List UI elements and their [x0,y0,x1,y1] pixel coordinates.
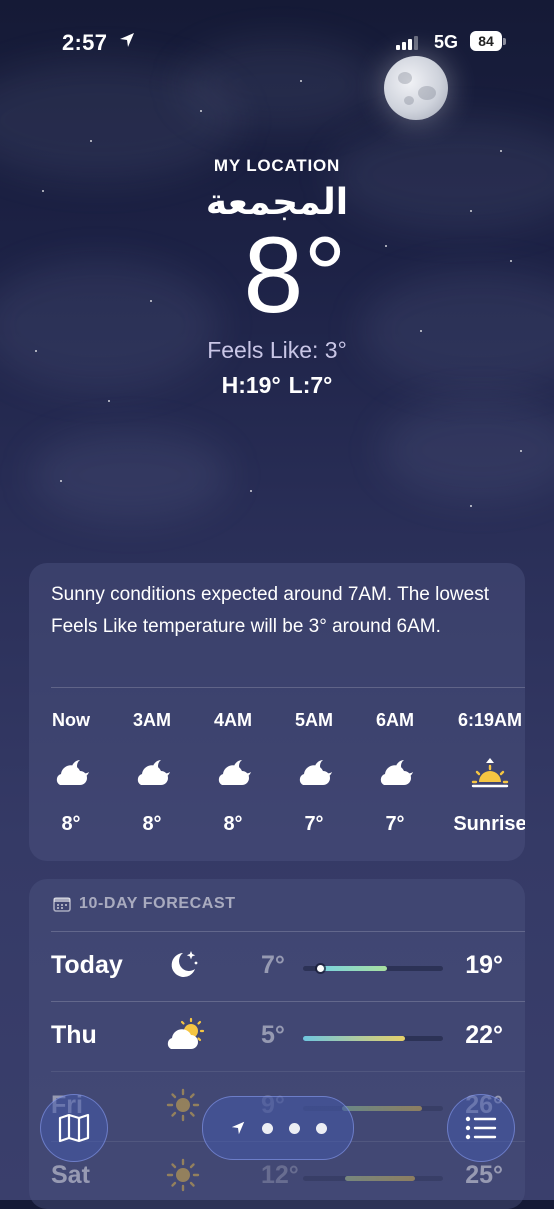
high-low: H:19° L:7° [0,372,554,399]
temperature-range-fill [320,966,387,971]
temperature-range-fill [303,1036,405,1041]
location-arrow-icon [231,1121,244,1135]
list-icon [465,1116,497,1140]
hour-label: 6AM [375,710,414,730]
list-button[interactable] [447,1094,515,1162]
status-bar: 2:57 5G 84 [0,0,554,80]
forecast-low: 5° [261,1021,285,1049]
hour-label: Now [52,710,90,730]
page-dot[interactable] [261,1122,273,1134]
hour-temp: 8° [61,813,81,835]
battery-cap [503,38,506,45]
divider [51,1071,525,1072]
battery-icon: 84 [470,31,502,51]
current-temp-dot [317,965,324,972]
forecast-row[interactable]: Today 7° 19° [29,931,525,1001]
hour-temp: 7° [304,813,324,835]
signal-icon [396,36,418,50]
map-icon [58,1113,90,1143]
feels-like: Feels Like: 3° [207,337,347,363]
hour-item: 4AM 8° [193,710,273,836]
current-temperature: 8° [243,214,347,335]
cloud-moon-icon [112,755,192,791]
forecast-row[interactable]: Thu 5° 22° [29,1001,525,1071]
hour-item: 6:19AM Sunrise [450,710,525,836]
cloud-moon-icon [31,755,111,791]
status-time: 2:57 [62,30,108,55]
high-temp: H:19° [221,372,281,398]
current-weather: MY LOCATION المجمعة 8° Feels Like: 3° H:… [0,156,554,399]
hour-temp: 8° [223,813,243,835]
bottom-toolbar [0,1088,554,1200]
hour-label: 6:19AM [457,710,523,730]
weather-summary: Sunny conditions expected around 7AM. Th… [51,584,489,637]
forecast-title-text: 10-DAY FORECAST [79,895,236,912]
divider [51,687,525,688]
forecast-day: Thu [51,1021,97,1049]
hour-item: 6AM 7° [355,710,435,836]
hour-item: Now 8° [31,710,111,836]
forecast-low: 7° [261,951,285,979]
hour-label: 3AM [132,710,171,730]
hour-label: 4AM [213,710,252,730]
map-button[interactable] [40,1094,108,1162]
location-arrow-icon [120,33,134,47]
page-dot[interactable] [315,1122,327,1134]
hourly-forecast-card[interactable]: Sunny conditions expected around 7AM. Th… [29,563,525,861]
hour-temp: Sunrise [453,813,525,835]
hour-item: 5AM 7° [274,710,354,836]
forecast-high: 19° [465,951,503,979]
hour-temp: 8° [142,813,162,835]
moon-stars-icon [165,947,205,987]
divider [51,931,525,932]
low-temp: L:7° [288,372,333,398]
page-dot[interactable] [288,1122,300,1134]
divider [51,1001,525,1002]
cloud-moon-icon [355,755,435,791]
location-label: MY LOCATION [213,156,341,175]
hour-temp: 7° [385,813,405,835]
network-type: 5G [434,32,459,52]
calendar-icon [53,897,71,912]
temperature-range-bar [303,965,443,972]
forecast-title: 10-DAY FORECAST [53,895,236,913]
forecast-day: Today [51,951,123,979]
cloud-moon-icon [274,755,354,791]
cloud-sun-icon [165,1017,205,1057]
temperature-range-bar [303,1036,443,1041]
cloud-moon-icon [193,755,273,791]
hour-label: 5AM [294,710,333,730]
page-indicator[interactable] [202,1096,354,1160]
sunrise-icon [450,755,525,791]
hour-item: 3AM 8° [112,710,192,836]
forecast-high: 22° [465,1021,503,1049]
